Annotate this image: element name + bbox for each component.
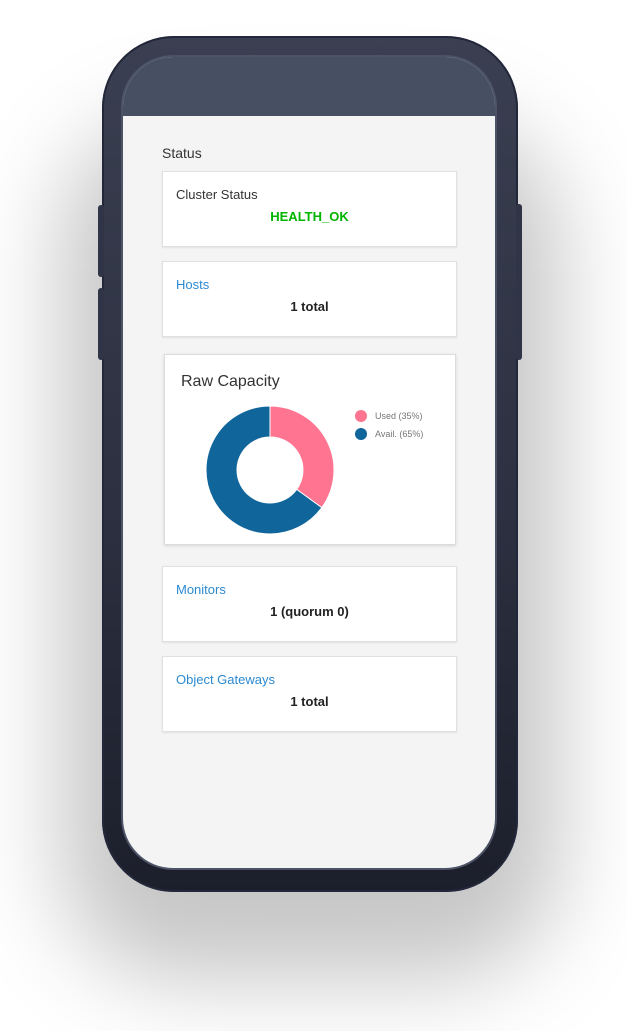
hosts-card: Hosts 1 total — [162, 261, 457, 337]
monitors-link[interactable]: Monitors — [176, 582, 226, 597]
raw-capacity-card: Raw Capacity Used (35%) Avail. (65%) — [164, 354, 456, 545]
donut-slice-used — [269, 405, 335, 509]
legend-item-used: Used (35%) — [355, 407, 423, 425]
cluster-status-label: Cluster Status — [176, 187, 258, 202]
legend-dot-avail — [355, 428, 367, 440]
chart-legend: Used (35%) Avail. (65%) — [355, 407, 423, 443]
section-title-status: Status — [162, 145, 202, 161]
raw-capacity-donut-chart — [205, 405, 335, 535]
chart-title: Raw Capacity — [181, 373, 280, 390]
legend-dot-used — [355, 410, 367, 422]
object-gateways-value: 1 total — [290, 694, 329, 709]
app-header-bar — [123, 57, 495, 116]
object-gateways-link[interactable]: Object Gateways — [176, 672, 275, 687]
hosts-link[interactable]: Hosts — [176, 277, 209, 292]
phone-screen: Status Cluster Status HEALTH_OK Hosts 1 … — [123, 57, 495, 868]
volume-down-button — [98, 288, 104, 360]
cluster-status-card: Cluster Status HEALTH_OK — [162, 171, 457, 247]
cluster-status-value: HEALTH_OK — [270, 209, 349, 224]
legend-label-avail: Avail. (65%) — [375, 429, 424, 439]
monitors-value: 1 (quorum 0) — [270, 604, 349, 619]
object-gateways-card: Object Gateways 1 total — [162, 656, 457, 732]
legend-item-avail: Avail. (65%) — [355, 425, 423, 443]
legend-label-used: Used (35%) — [375, 411, 423, 421]
monitors-card: Monitors 1 (quorum 0) — [162, 566, 457, 642]
volume-up-button — [98, 205, 104, 277]
power-button — [516, 204, 522, 360]
hosts-value: 1 total — [290, 299, 329, 314]
